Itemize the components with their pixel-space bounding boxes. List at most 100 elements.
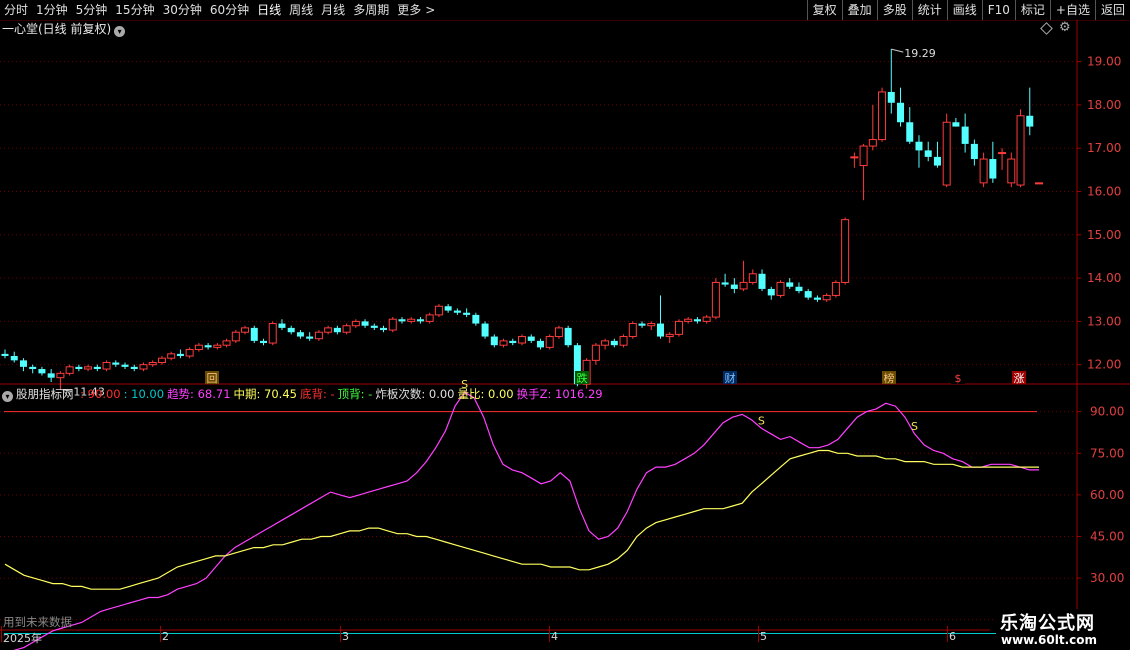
candle-body xyxy=(241,327,250,333)
candle-body xyxy=(333,327,341,333)
x-axis-tick xyxy=(160,626,161,642)
candle-body xyxy=(47,373,55,378)
indicator-value-7: 量比: 0.00 xyxy=(457,387,514,401)
candle-body xyxy=(472,314,480,324)
candle-body xyxy=(610,340,618,346)
candle-body xyxy=(878,91,887,141)
candle-body xyxy=(776,281,785,296)
candle-body xyxy=(831,281,840,296)
x-axis-label-4: 5 xyxy=(760,630,767,643)
candle-body xyxy=(65,366,74,374)
indicator-value-8: 换手Z: 1016.29 xyxy=(516,387,603,401)
candle-body xyxy=(416,319,424,322)
candle-body xyxy=(665,333,674,338)
indicator-menu-icon[interactable]: ▾ xyxy=(2,391,13,402)
x-axis-label-5: 6 xyxy=(949,630,956,643)
candle-body xyxy=(75,366,83,370)
indicator-value-4: 底背: - xyxy=(299,387,335,401)
candle-body xyxy=(509,340,517,344)
event-badge: 财 xyxy=(725,371,736,385)
watermark-line1: 乐淘公式网 xyxy=(1000,613,1095,634)
candle-body xyxy=(628,323,637,338)
candle-body xyxy=(748,273,757,283)
candle-body xyxy=(453,310,461,313)
candle-body xyxy=(989,159,997,179)
candle-body xyxy=(767,288,775,296)
candle-body xyxy=(758,273,766,289)
candle-body xyxy=(56,372,65,379)
candle-body xyxy=(924,150,932,157)
main-y-axis-label: 17.00 xyxy=(1087,141,1121,155)
candle-body xyxy=(296,332,304,337)
candle-body xyxy=(407,318,416,322)
main-y-axis-label: 13.00 xyxy=(1087,314,1121,328)
candle-body xyxy=(998,152,1007,155)
main-y-axis-label: 16.00 xyxy=(1087,185,1121,199)
candle-body xyxy=(351,320,360,327)
x-axis-tick xyxy=(947,626,948,642)
candle-body xyxy=(481,323,489,337)
candle-body xyxy=(490,336,498,346)
indicator-value-1: : 10.00 xyxy=(123,387,165,401)
candle-body xyxy=(29,366,37,370)
candle-body xyxy=(545,336,554,348)
candle-body xyxy=(859,145,868,167)
sell-signal-marker: S xyxy=(758,414,765,427)
x-axis-label-0: 2025年 xyxy=(3,632,42,645)
indicator-name[interactable]: 股朋指标网 xyxy=(16,387,74,401)
candle-body xyxy=(841,219,850,283)
candle-body xyxy=(250,327,258,341)
candle-body xyxy=(795,286,803,292)
event-badge: 回 xyxy=(207,372,218,385)
candle-body xyxy=(370,325,378,328)
high-label-pointer xyxy=(891,48,904,53)
indicator-value-5: 顶背: - xyxy=(337,387,373,401)
candle-body xyxy=(231,331,240,342)
candle-body xyxy=(93,366,101,370)
candle-body xyxy=(398,319,406,322)
ind-series-0 xyxy=(13,391,1039,650)
candle-body xyxy=(564,327,572,346)
candle-body xyxy=(730,284,738,289)
candle-body xyxy=(10,356,18,361)
candle-body xyxy=(324,327,333,333)
candle-body xyxy=(361,321,369,326)
candle-body xyxy=(130,366,138,370)
candle-body xyxy=(287,327,295,333)
sell-signal-marker: S xyxy=(911,420,918,433)
x-axis-label-2: 3 xyxy=(342,630,349,643)
x-axis-label-3: 4 xyxy=(551,630,558,643)
candle-body xyxy=(388,318,397,331)
candle-body xyxy=(601,340,610,346)
candle-body xyxy=(887,91,895,103)
indicator-value-6: 炸板次数: 0.00 xyxy=(375,387,455,401)
candle-body xyxy=(306,336,314,339)
candle-body xyxy=(139,364,148,370)
event-badge: 榜 xyxy=(884,371,895,385)
candle-body xyxy=(84,366,93,370)
candle-body xyxy=(647,323,656,327)
high-label: 19.29 xyxy=(904,47,936,60)
ind-y-axis-label: 60.00 xyxy=(1090,488,1124,502)
candle-body xyxy=(702,316,711,322)
candle-body xyxy=(148,362,157,366)
candle-body xyxy=(157,357,166,364)
candle-body xyxy=(591,344,600,361)
candle-body xyxy=(380,327,388,331)
candle-body xyxy=(906,122,914,142)
watermark-logo: 乐淘公式网 www.60lt.com xyxy=(996,609,1130,650)
candle-body xyxy=(786,282,794,287)
candle-body xyxy=(121,364,129,367)
candle-body xyxy=(813,297,821,300)
future-data-note: 用到未来数据 xyxy=(3,615,72,629)
candle-body xyxy=(711,281,720,318)
candle-body xyxy=(739,281,748,290)
ind-y-axis-label: 75.00 xyxy=(1090,446,1124,460)
candle-body xyxy=(804,291,812,298)
candle-body xyxy=(204,345,212,348)
candle-body xyxy=(952,122,960,127)
chart-canvas[interactable]: 19.00 18.00 17.00 16.00 15.00 14.00 13.00 12.00… xyxy=(0,0,1130,650)
indicator-value-0: : 90.00 xyxy=(80,387,121,401)
candle-body xyxy=(167,353,176,359)
candle-body xyxy=(897,102,905,123)
